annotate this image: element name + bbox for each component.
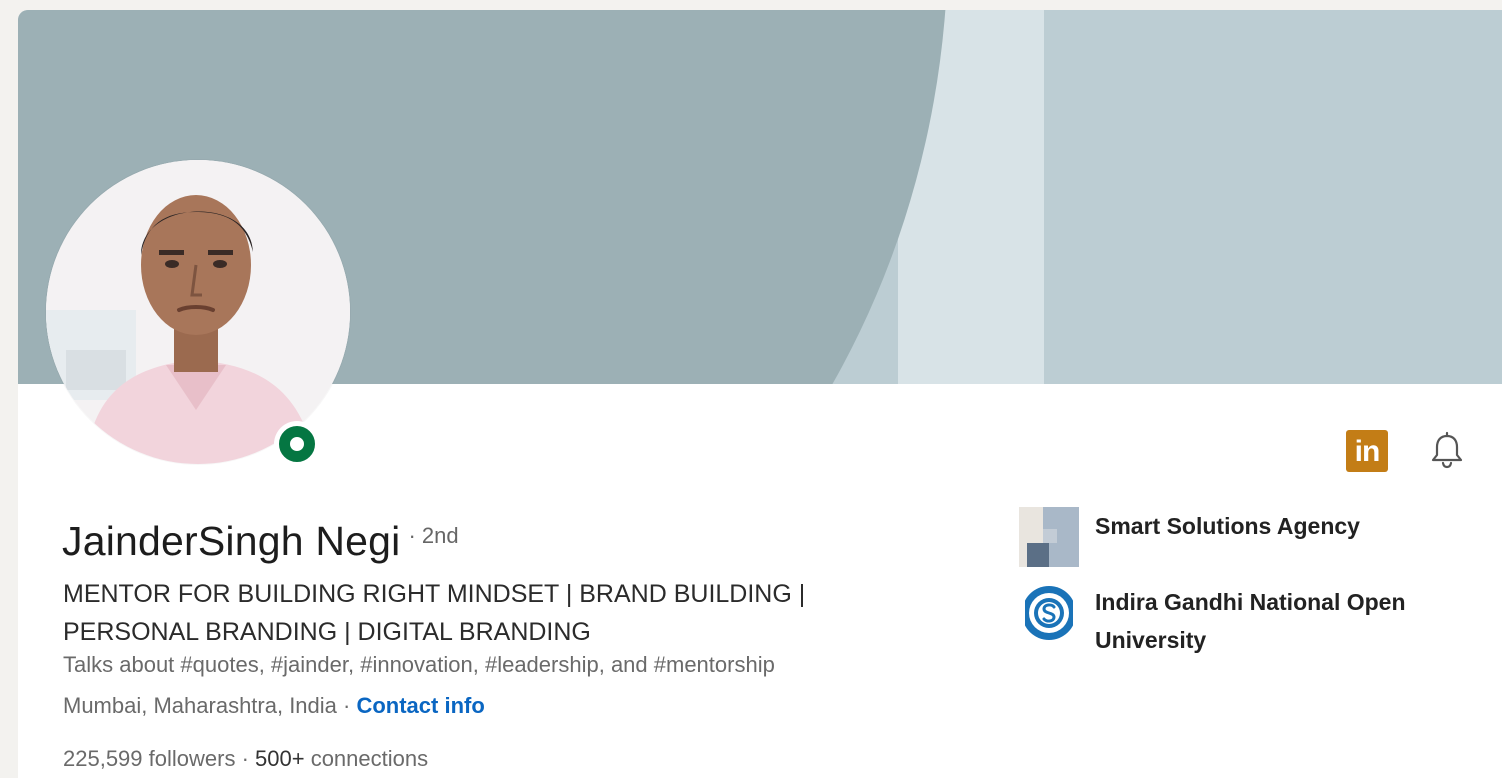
name-row: JainderSingh Negi · 2nd [62,518,459,565]
profile-stats: 225,599 followers · 500+ connections [63,746,428,772]
profile-name: JainderSingh Negi [62,518,401,564]
profile-location: Mumbai, Maharashtra, India [63,693,337,718]
company-logo-icon [1019,507,1079,567]
talks-about: Talks about #quotes, #jainder, #innovati… [63,652,775,677]
org-item-smart-solutions[interactable]: Smart Solutions Agency [1019,507,1479,567]
contact-info-link[interactable]: Contact info [356,693,484,718]
stats-separator: · [235,746,256,771]
location-row: Mumbai, Maharashtra, India · Contact inf… [63,693,485,719]
organizations-list: Smart Solutions Agency Indira Gandhi Nat… [1019,507,1479,659]
location-separator: · [336,693,357,718]
connections-count[interactable]: 500+ [255,746,305,771]
linkedin-icon[interactable]: in [1346,430,1388,472]
org-item-ignou[interactable]: Indira Gandhi National Open University [1019,583,1479,659]
profile-actions: in [1346,430,1468,472]
org-name: Smart Solutions Agency [1095,513,1360,539]
connections-label[interactable]: connections [305,746,428,771]
profile-headline: MENTOR FOR BUILDING RIGHT MINDSET | BRAN… [63,580,806,646]
ignou-logo-icon [1019,583,1079,643]
avatar-photo [46,160,350,464]
bell-icon[interactable] [1426,430,1468,472]
org-name: Indira Gandhi National Open University [1095,589,1406,653]
connection-degree: · 2nd [408,523,459,548]
profile-avatar[interactable] [46,160,350,464]
followers-label: followers [142,746,236,771]
followers-count: 225,599 [63,746,143,771]
online-status-icon [274,421,320,467]
